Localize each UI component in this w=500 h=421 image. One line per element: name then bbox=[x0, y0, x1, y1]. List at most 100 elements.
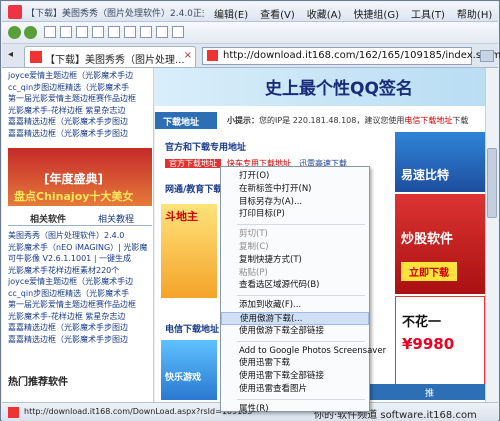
context-menu-item[interactable]: Add to Google Photos Screensaver bbox=[221, 345, 386, 358]
context-menu-item[interactable]: 添加到收藏(F)... bbox=[221, 299, 369, 312]
favorites-icon[interactable] bbox=[124, 26, 136, 38]
tab-bar: ◂ 【下载】美图秀秀（图片处理... × http://download.it1… bbox=[2, 44, 500, 68]
list-item[interactable]: 嘉嘉精选边框（光影魔术手步图边 bbox=[2, 322, 153, 334]
list-item[interactable]: 光影魔术手-花样边框 紫星杂志边 bbox=[2, 311, 153, 323]
context-menu-item[interactable]: 使用迅雷下载 bbox=[221, 357, 369, 370]
vertical-scrollbar[interactable] bbox=[485, 68, 498, 402]
site-favicon-icon bbox=[30, 51, 42, 63]
context-menu-item[interactable]: 使用傲游下载(... bbox=[221, 311, 369, 325]
refresh-icon[interactable] bbox=[44, 26, 56, 38]
context-menu-item: 粘贴(P) bbox=[239, 267, 268, 278]
tip-body: 您的IP是 220.181.48.108，建议您使用 bbox=[259, 116, 405, 125]
list-item[interactable]: 嘉嘉精选边框（光影魔术手步图边 bbox=[2, 128, 153, 140]
official-download-link[interactable]: 官方下载地址 bbox=[165, 159, 221, 168]
context-menu-item[interactable]: 目标另存为(A)... bbox=[221, 196, 369, 209]
related-list: 美图秀秀（图片处理软件）2.4.0 光影魔术手（nEO iMAGING）| 光影… bbox=[2, 230, 153, 346]
print-icon[interactable] bbox=[140, 26, 152, 38]
context-menu-item[interactable]: 查看选区域源代码(B) bbox=[221, 279, 369, 292]
list-item[interactable]: 光影魔术手-花样边框 紫星杂志边 bbox=[2, 105, 153, 117]
list-item[interactable]: 第一届光影爱情主题边框赛作品边框 bbox=[2, 299, 153, 311]
tab-related-tutorials[interactable]: 相关教程 bbox=[98, 212, 134, 225]
list-item[interactable]: 美图秀秀（图片处理软件）2.4.0 bbox=[2, 230, 153, 242]
tab-download[interactable]: 【下载】美图秀秀（图片处理... × bbox=[24, 46, 196, 67]
ad-right-3[interactable]: 不花一 ¥9980 bbox=[395, 296, 485, 388]
related-tabs: 相关软件 相关教程 bbox=[8, 210, 152, 226]
context-menu-item[interactable]: 使用迅雷下载全部链接 bbox=[221, 370, 369, 383]
forward-icon[interactable] bbox=[24, 26, 37, 39]
list-item[interactable]: 可牛影像 V2.6.1.1001 | 一键生成 bbox=[2, 253, 153, 265]
happy-game-text: 快乐游戏 bbox=[165, 373, 202, 383]
ad-right-2[interactable]: 炒股软件 立即下载 bbox=[395, 194, 485, 294]
qq-signature-banner[interactable]: 史上最个性QQ签名 bbox=[155, 68, 485, 106]
chinajoy-banner[interactable]: [年度盛典] 盘点Chinajoy十大美女 bbox=[8, 148, 152, 206]
menu-view[interactable]: 查看(V) bbox=[254, 5, 301, 22]
history-icon[interactable] bbox=[108, 26, 120, 38]
list-item[interactable]: cc_qin步图边框精选（光影魔术手 bbox=[2, 82, 153, 94]
context-menu-item[interactable]: 属性(R) bbox=[221, 403, 369, 416]
game-ad[interactable]: 斗地主 bbox=[161, 204, 217, 298]
list-item[interactable]: 光影魔术手花样边框素材220个 bbox=[2, 265, 153, 277]
context-menu-item[interactable]: 在新标签中打开(N) bbox=[221, 183, 369, 196]
menu-separator bbox=[237, 398, 365, 400]
hot-recommend-title: 热门推荐软件 bbox=[8, 377, 68, 388]
browser-window: 【下载】美图秀秀（图片处理软件）2.4.0正式版 - 遨游 编辑(E) 查看(V… bbox=[0, 0, 500, 421]
list-item[interactable]: 光影魔术手（nEO iMAGING）| 光影魔 bbox=[2, 242, 153, 254]
tab-related-software[interactable]: 相关软件 bbox=[30, 212, 66, 225]
list-item[interactable]: 第一届光影爱情主题边框赛作品边框 bbox=[2, 93, 153, 105]
new-tab-icon[interactable] bbox=[92, 26, 104, 38]
window-title: 【下载】美图秀秀（图片处理软件）2.4.0正式版 - 遨游 bbox=[26, 9, 204, 19]
banner-subtitle: 盘点Chinajoy十大美女 bbox=[14, 190, 134, 203]
address-bar[interactable]: http://download.it168.com/162/165/109185… bbox=[202, 47, 500, 65]
list-item[interactable]: cc_qin步图边框精选（光影魔术手 bbox=[2, 288, 153, 300]
context-menu-item: 剪切(T) bbox=[239, 229, 268, 240]
tip-prefix: 小提示： bbox=[227, 116, 259, 125]
list-item[interactable]: joyce爱情主题边框（光影魔术手边 bbox=[2, 70, 153, 82]
happy-game-ad[interactable]: 快乐游戏 bbox=[161, 340, 217, 400]
toolbar bbox=[2, 22, 498, 44]
ad3-price: ¥9980 bbox=[402, 335, 455, 353]
banner-title: [年度盛典] bbox=[44, 172, 103, 186]
address-url[interactable]: http://download.it168.com/162/165/109185… bbox=[223, 50, 500, 61]
menu-favorites[interactable]: 收藏(A) bbox=[301, 5, 348, 22]
menu-separator bbox=[237, 340, 365, 342]
status-url: http://download.it168.com/DownLoad.aspx?… bbox=[24, 407, 253, 416]
list-item[interactable]: 嘉嘉精选边框（光影魔术手步图边 bbox=[2, 116, 153, 128]
menu-quickgroup[interactable]: 快捷组(G) bbox=[347, 5, 405, 22]
ad1-text: 易速比特 bbox=[401, 168, 450, 182]
go-icon[interactable] bbox=[480, 50, 494, 62]
site-favicon-icon bbox=[207, 50, 218, 61]
tab-close-icon[interactable]: × bbox=[184, 50, 192, 61]
list-item[interactable]: 嘉嘉精选边框（光影魔术手步图边 bbox=[2, 334, 153, 346]
menu-help[interactable]: 帮助(H) bbox=[451, 5, 498, 22]
context-menu-item[interactable]: 使用迅雷查看图片 bbox=[221, 383, 369, 396]
tab-menu-icon[interactable]: ◂ bbox=[8, 49, 13, 60]
scrollbar-thumb[interactable] bbox=[487, 148, 497, 218]
mail-icon[interactable] bbox=[156, 26, 168, 38]
ad2-download-button[interactable]: 立即下载 bbox=[401, 262, 457, 281]
left-panel: joyce爱情主题边框（光影魔术手边 cc_qin步图边框精选（光影魔术手 第一… bbox=[2, 68, 154, 402]
tip-link[interactable]: 电信下载地址 bbox=[404, 116, 452, 125]
ad3-text: 不花一 bbox=[402, 315, 442, 330]
tip-tail: 下载 bbox=[452, 116, 469, 125]
list-item[interactable]: joyce爱情主题边框（光影魔术手边 bbox=[2, 276, 153, 288]
download-header: 下载地址 小提示：您的IP是 220.181.48.108，建议您使用电信下载地… bbox=[155, 112, 485, 130]
top-list: joyce爱情主题边框（光影魔术手边 cc_qin步图边框精选（光影魔术手 第一… bbox=[2, 68, 153, 139]
menu-edit[interactable]: 编辑(E) bbox=[208, 5, 254, 22]
context-menu-item[interactable]: 打开(O) bbox=[221, 170, 369, 183]
menu-bar: 【下载】美图秀秀（图片处理软件）2.4.0正式版 - 遨游 编辑(E) 查看(V… bbox=[2, 2, 498, 22]
game-ad-text: 斗地主 bbox=[165, 210, 198, 223]
home-icon[interactable] bbox=[76, 26, 88, 38]
context-menu-item[interactable]: 复制快捷方式(T) bbox=[221, 254, 369, 267]
menu-separator bbox=[237, 295, 365, 297]
back-icon[interactable] bbox=[8, 26, 21, 39]
official-section-title: 官方和下载专用地址 bbox=[165, 143, 247, 153]
context-menu-item[interactable]: 使用傲游下载全部链接 bbox=[221, 325, 369, 338]
menu-tools[interactable]: 工具(T) bbox=[405, 5, 451, 22]
banner-text: 史上最个性QQ签名 bbox=[265, 79, 413, 99]
stop-icon[interactable] bbox=[60, 26, 72, 38]
context-menu-item[interactable]: 打印目标(P) bbox=[221, 208, 369, 221]
settings-icon[interactable] bbox=[172, 26, 184, 38]
ad-right-1[interactable]: 易速比特 bbox=[395, 132, 485, 192]
recommend-bar: 推荐 bbox=[365, 384, 485, 400]
download-tag: 下载地址 bbox=[155, 112, 217, 129]
